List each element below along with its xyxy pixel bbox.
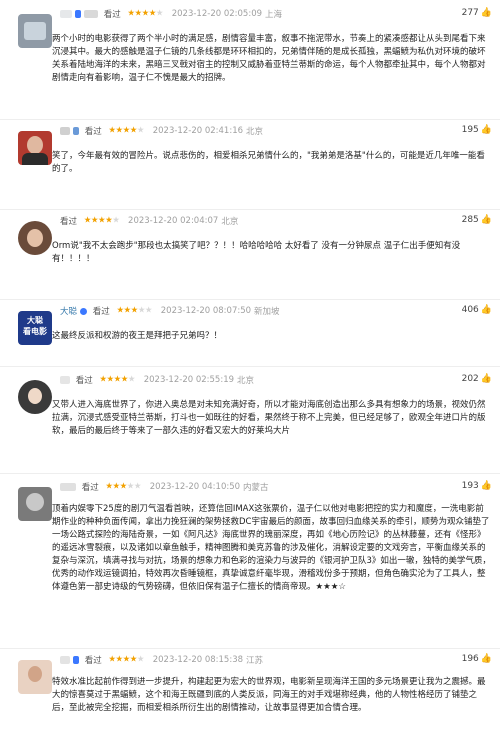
username[interactable]: 大聪 xyxy=(60,307,77,317)
thumb-up-icon[interactable]: 👍 xyxy=(481,8,492,18)
review-location: 北京 xyxy=(237,376,255,386)
review-time: 2023-12-20 02:04:07 xyxy=(128,216,219,226)
username-blur xyxy=(84,10,98,18)
avatar[interactable] xyxy=(18,14,52,48)
review-item: 看过 ★★★★★ 2023-12-20 04:10:50 内蒙古 193 👍 顶着内… xyxy=(0,481,500,649)
rating-stars: ★★★★★ xyxy=(116,305,153,316)
review-header: 看过 ★★★★★ 2023-12-20 02:04:07 北京 xyxy=(60,215,492,239)
useful-number: 277 xyxy=(461,8,479,18)
seen-status: 看过 xyxy=(75,376,93,386)
useful-count[interactable]: 196 👍 xyxy=(462,654,492,664)
useful-count[interactable]: 195 👍 xyxy=(462,125,492,135)
verified-icon xyxy=(80,307,88,315)
rating-stars: ★★★★★ xyxy=(105,481,142,492)
review-item: 看过 ★★★★★ 2023-12-20 02:55:19 北京 202 👍 又带人进… xyxy=(0,374,500,474)
useful-number: 202 xyxy=(461,374,479,384)
thumb-up-icon[interactable]: 👍 xyxy=(481,481,492,491)
thumb-up-icon[interactable]: 👍 xyxy=(481,125,492,135)
review-text: 特效水准比起前作得到进一步提升，构建起更为宏大的世界观，电影新呈现海洋王国的多元… xyxy=(52,677,486,713)
useful-count[interactable]: 202 👍 xyxy=(462,374,492,384)
avatar[interactable] xyxy=(18,660,52,694)
useful-number: 406 xyxy=(461,305,479,315)
username-blur xyxy=(75,10,81,18)
rating-stars: ★★★★★ xyxy=(127,8,164,19)
review-location: 内蒙古 xyxy=(243,483,269,493)
review-time: 2023-12-20 04:10:50 xyxy=(149,482,241,492)
review-location: 上海 xyxy=(265,10,283,20)
review-time: 2023-12-20 08:07:50 xyxy=(160,306,252,316)
rating-stars: ★★★★★ xyxy=(108,654,145,665)
seen-status: 看过 xyxy=(103,10,121,20)
review-list: 看过 ★★★★★ 2023-12-20 02:05:09 上海 277 👍 两个小时… xyxy=(0,0,500,733)
avatar[interactable] xyxy=(18,487,52,521)
username[interactable] xyxy=(60,656,70,664)
review-item: 看过 ★★★★★ 2023-12-20 02:41:16 北京 195 👍 笑了，今… xyxy=(0,125,500,210)
seen-status: 看过 xyxy=(92,307,110,317)
useful-count[interactable]: 406 👍 xyxy=(462,305,492,315)
username-blur xyxy=(73,127,79,135)
useful-number: 285 xyxy=(461,215,479,225)
thumb-up-icon[interactable]: 👍 xyxy=(481,305,492,315)
rating-stars: ★★★★★ xyxy=(83,215,120,226)
review-time: 2023-12-20 02:41:16 xyxy=(152,126,244,136)
useful-count[interactable]: 193 👍 xyxy=(462,481,492,491)
review-header: 看过 ★★★★★ 2023-12-20 08:15:38 江苏 xyxy=(60,654,492,678)
username[interactable] xyxy=(60,127,70,135)
review-item: 看过 ★★★★★ 2023-12-20 08:15:38 江苏 196 👍 特效水准… xyxy=(0,654,500,733)
review-header: 看过 ★★★★★ 2023-12-20 02:55:19 北京 xyxy=(60,374,492,398)
thumb-up-icon[interactable]: 👍 xyxy=(481,374,492,384)
review-item: 看过 ★★★★★ 2023-12-20 02:05:09 上海 277 👍 两个小时… xyxy=(0,8,500,120)
username[interactable] xyxy=(60,10,72,18)
avatar[interactable] xyxy=(18,380,52,414)
username-blur xyxy=(73,656,79,664)
review-text: 顶着内娱零下25度的剧刀气温看首映，还算信回IMAX这张票价，温子仁以他对电影把… xyxy=(52,504,491,592)
review-location: 新加坡 xyxy=(254,307,280,317)
thumb-up-icon[interactable]: 👍 xyxy=(481,654,492,664)
avatar[interactable]: 大聪 看电影 xyxy=(18,311,52,345)
review-text: 这最终反派和权游的夜王是拜把子兄弟吗？！ xyxy=(52,331,223,341)
review-location: 北京 xyxy=(246,127,264,137)
review-item: 看过 ★★★★★ 2023-12-20 02:04:07 北京 285 👍 Orm说… xyxy=(0,215,500,300)
review-header: 看过 ★★★★★ 2023-12-20 04:10:50 内蒙古 xyxy=(60,481,492,505)
review-header: 大聪 看过 ★★★★★ 2023-12-20 08:07:50 新加坡 xyxy=(60,305,492,329)
review-text: 两个小时的电影获得了两个半小时的满足感，剧情容量丰富，叙事不拖泥带水，节奏上的紧… xyxy=(52,34,486,83)
username[interactable] xyxy=(60,483,76,491)
review-location: 江苏 xyxy=(246,656,264,666)
rating-stars: ★★★★★ xyxy=(99,374,136,385)
review-time: 2023-12-20 02:05:09 xyxy=(171,9,263,19)
useful-number: 195 xyxy=(461,125,479,135)
review-location: 北京 xyxy=(221,217,239,227)
review-time: 2023-12-20 02:55:19 xyxy=(143,375,235,385)
review-text: 笑了，今年最有效的冒险片。说点悲伤的，相爱相杀兄弟情什么的，"我弟弟是洛基"什么… xyxy=(52,151,485,174)
review-header: 看过 ★★★★★ 2023-12-20 02:05:09 上海 xyxy=(60,8,492,32)
review-text: Orm说"我不太会跑步"那段也太搞笑了吧？？！！哈哈哈哈哈 太好看了 没有一分钟… xyxy=(52,241,461,264)
review-header: 看过 ★★★★★ 2023-12-20 02:41:16 北京 xyxy=(60,125,492,149)
seen-status: 看过 xyxy=(84,127,102,137)
review-item: 大聪 看电影 大聪 看过 ★★★★★ 2023-12-20 08:07:50 新加坡… xyxy=(0,305,500,367)
seen-status: 看过 xyxy=(60,217,78,227)
seen-status: 看过 xyxy=(81,483,99,493)
useful-count[interactable]: 277 👍 xyxy=(462,8,492,18)
useful-number: 193 xyxy=(461,481,479,491)
useful-count[interactable]: 285 👍 xyxy=(462,215,492,225)
useful-number: 196 xyxy=(461,654,479,664)
review-text: 又带人进入海底世界了，你进入奥总是对未知充满好奇，所以才能对海底创造出那么多具有… xyxy=(52,400,486,436)
avatar[interactable] xyxy=(18,131,52,165)
review-time: 2023-12-20 08:15:38 xyxy=(152,655,244,665)
seen-status: 看过 xyxy=(84,656,102,666)
rating-stars: ★★★★★ xyxy=(108,125,145,136)
thumb-up-icon[interactable]: 👍 xyxy=(481,215,492,225)
username[interactable] xyxy=(60,376,70,384)
avatar[interactable] xyxy=(18,221,52,255)
